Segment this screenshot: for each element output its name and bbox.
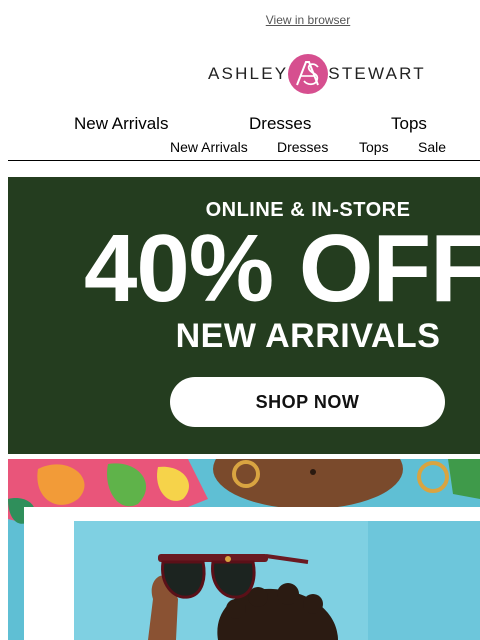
primary-nav: New Arrivals Dresses Tops: [0, 114, 480, 136]
promo-banner[interactable]: ONLINE & IN-STORE 40% OFF NEW ARRIVALS S…: [8, 177, 480, 454]
nav-secondary-sale[interactable]: Sale: [418, 139, 446, 155]
secondary-nav: New Arrivals Dresses Tops Sale: [0, 139, 480, 157]
nav-primary-new-arrivals[interactable]: New Arrivals: [74, 114, 168, 134]
hero-photo-illustration: [8, 459, 480, 640]
brand-logo[interactable]: ASHLEY STEWART: [208, 53, 426, 95]
view-in-browser-link[interactable]: View in browser: [0, 13, 480, 27]
logo-word-right: STEWART: [328, 64, 426, 83]
nav-primary-tops[interactable]: Tops: [391, 114, 427, 134]
nav-primary-dresses[interactable]: Dresses: [249, 114, 311, 134]
logo-word-left: ASHLEY: [208, 64, 289, 83]
promo-headline: 40% OFF: [84, 215, 480, 322]
nav-divider: [8, 160, 480, 161]
nav-secondary-tops[interactable]: Tops: [359, 139, 389, 155]
promo-subheadline: NEW ARRIVALS: [175, 317, 441, 355]
nav-secondary-dresses[interactable]: Dresses: [277, 139, 328, 155]
hero-photo[interactable]: [8, 459, 480, 640]
logo-mark-icon: [288, 54, 329, 94]
shop-now-button[interactable]: SHOP NOW: [170, 377, 445, 427]
nav-secondary-new-arrivals[interactable]: New Arrivals: [170, 139, 248, 155]
